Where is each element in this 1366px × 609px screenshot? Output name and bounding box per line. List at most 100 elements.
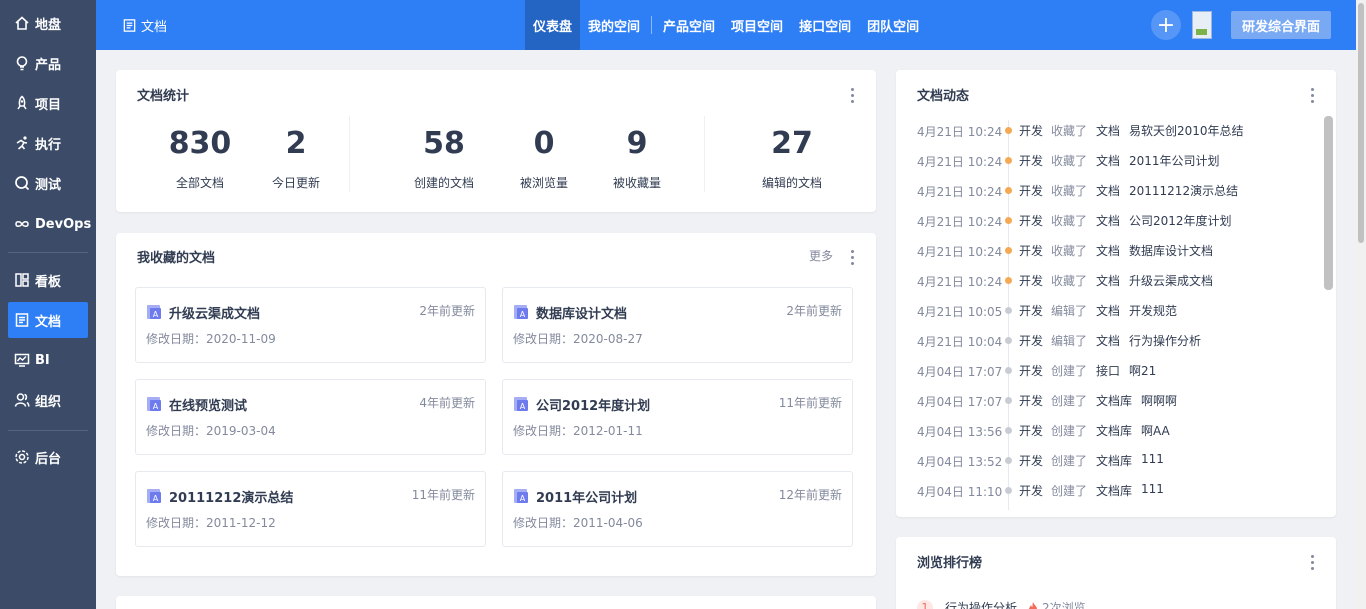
doc-updated: 4年前更新 (419, 396, 475, 410)
activity-action: 编辑了 (1051, 304, 1088, 318)
sidebar-item-kanban[interactable]: 看板 (8, 262, 88, 298)
doc-name: 公司2012年度计划 (536, 399, 651, 414)
more-options-icon[interactable] (1305, 86, 1319, 104)
stats-title: 文档统计 (137, 89, 190, 104)
page-scrollbar-thumb[interactable] (1358, 3, 1364, 243)
doc-name: 2011年公司计划 (536, 491, 638, 506)
doc-date-prefix: 修改日期： (513, 332, 574, 346)
activity-object[interactable]: 啊啊啊 (1141, 392, 1177, 409)
activity-object[interactable]: 行为操作分析 (1129, 332, 1201, 349)
next-card (116, 596, 876, 609)
activity-object[interactable]: 易软天创2010年总结 (1129, 122, 1244, 139)
rank-views: 2次浏览 (1027, 599, 1086, 609)
tab-my-space[interactable]: 我的空间 (580, 0, 648, 50)
doc-card[interactable]: A 2011年公司计划 12年前更新 修改日期：2011-04-06 (502, 471, 853, 547)
favorites-title: 我收藏的文档 (137, 251, 216, 266)
activity-action: 创建了 (1051, 484, 1088, 498)
sidebar-item-admin[interactable]: 后台 (8, 439, 88, 475)
stat-value: 2 (285, 126, 307, 161)
sidebar-item-product[interactable]: 产品 (8, 45, 88, 81)
tab-dashboard[interactable]: 仪表盘 (525, 0, 581, 50)
activity-row: 4月21日 10:24 开发 收藏了 文档 20111212演示总结 (896, 180, 1315, 210)
doc-date-value: 2011-12-12 (206, 516, 276, 530)
lightbulb-icon (16, 56, 28, 71)
tab-api-space[interactable]: 接口空间 (791, 0, 859, 50)
gear-icon (15, 450, 29, 464)
sidebar-item-label: 项目 (35, 97, 62, 113)
stat-value: 830 (168, 126, 232, 161)
sidebar-item-project[interactable]: 项目 (8, 85, 88, 121)
activity-action: 创建了 (1051, 424, 1088, 438)
tab-product-space[interactable]: 产品空间 (655, 0, 723, 50)
doc-card[interactable]: A 20111212演示总结 11年前更新 修改日期：2011-12-12 (135, 471, 486, 547)
doc-card[interactable]: A 数据库设计文档 2年前更新 修改日期：2020-08-27 (502, 287, 853, 363)
doc-updated: 12年前更新 (778, 488, 842, 502)
org-switch-button[interactable]: 研发综合界面 (1231, 11, 1331, 39)
timeline-dot (1005, 157, 1012, 164)
create-button[interactable]: + (1151, 10, 1181, 40)
activity-user: 开发 (1019, 424, 1044, 438)
sidebar-item-bi[interactable]: BI (8, 342, 88, 378)
rank-views-label: 2次浏览 (1042, 601, 1086, 609)
more-options-icon[interactable] (845, 86, 859, 104)
more-link[interactable]: 更多 (809, 247, 833, 264)
sidebar-item-devops[interactable]: DevOps (8, 206, 91, 242)
sidebar-item-dashboard[interactable]: 地盘 (8, 5, 88, 41)
activity-action: 收藏了 (1051, 274, 1088, 288)
activity-object[interactable]: 升级云渠成文档 (1129, 272, 1213, 289)
fire-icon (1029, 602, 1037, 609)
activity-object[interactable]: 啊21 (1129, 362, 1156, 379)
sidebar-item-doc[interactable]: 文档 (8, 302, 88, 338)
activity-object[interactable]: 开发规范 (1129, 302, 1177, 319)
timeline-line (1008, 390, 1009, 420)
activity-object[interactable]: 20111212演示总结 (1129, 182, 1238, 199)
doc-updated: 11年前更新 (411, 488, 475, 502)
activity-object[interactable]: 2011年公司计划 (1129, 152, 1220, 169)
page-scrollbar[interactable] (1356, 0, 1366, 609)
stat-divider (349, 116, 350, 192)
sidebar-item-label: BI (35, 352, 50, 368)
ranking-row[interactable]: 1 行为操作分析 2次浏览 (917, 599, 1086, 609)
activity-row: 4月21日 10:24 开发 收藏了 文档 公司2012年度计划 (896, 210, 1315, 240)
timeline-dot (1005, 307, 1012, 314)
stat-label: 被收藏量 (612, 176, 661, 190)
activity-time: 4月04日 11:10 (917, 485, 1003, 499)
activity-time: 4月21日 10:24 (917, 275, 1003, 289)
avatar[interactable] (1192, 11, 1212, 39)
doc-card[interactable]: A 公司2012年度计划 11年前更新 修改日期：2012-01-11 (502, 379, 853, 455)
doc-date-value: 2011-04-06 (573, 516, 643, 530)
activity-user: 开发 (1019, 484, 1044, 498)
feed-scrollbar[interactable] (1324, 116, 1333, 290)
stat-value: 27 (771, 126, 813, 161)
activity-time: 4月21日 10:24 (917, 215, 1003, 229)
doc-card[interactable]: A 在线预览测试 4年前更新 修改日期：2019-03-04 (135, 379, 486, 455)
rocket-icon (17, 95, 27, 110)
activity-time: 4月21日 10:24 (917, 185, 1003, 199)
run-icon (16, 136, 28, 150)
stat-value: 9 (626, 126, 648, 161)
more-options-icon[interactable] (1305, 553, 1319, 571)
svg-text:A: A (520, 402, 526, 411)
doc-date: 修改日期：2020-08-27 (513, 330, 643, 347)
activity-object[interactable]: 啊AA (1141, 422, 1170, 439)
infinity-icon (15, 221, 29, 227)
timeline-line (1008, 150, 1009, 180)
sidebar-item-execution[interactable]: 执行 (8, 125, 88, 161)
svg-text:A: A (153, 494, 159, 503)
more-options-icon[interactable] (845, 248, 859, 266)
tab-project-space[interactable]: 项目空间 (723, 0, 791, 50)
activity-row: 4月21日 10:24 开发 收藏了 文档 2011年公司计划 (896, 150, 1315, 180)
tab-team-space[interactable]: 团队空间 (859, 0, 927, 50)
timeline-dot (1005, 247, 1012, 254)
activity-object[interactable]: 111 (1141, 452, 1164, 466)
sidebar-item-org[interactable]: 组织 (8, 382, 88, 418)
activity-object[interactable]: 111 (1141, 482, 1164, 496)
sidebar-item-test[interactable]: 测试 (8, 165, 88, 201)
doc-card[interactable]: A 升级云渠成文档 2年前更新 修改日期：2020-11-09 (135, 287, 486, 363)
activity-action: 创建了 (1051, 454, 1088, 468)
activity-object[interactable]: 数据库设计文档 (1129, 242, 1213, 259)
timeline-dot (1005, 187, 1012, 194)
document-icon (123, 18, 136, 32)
activity-object[interactable]: 公司2012年度计划 (1129, 212, 1232, 229)
monitor-icon (14, 353, 30, 367)
